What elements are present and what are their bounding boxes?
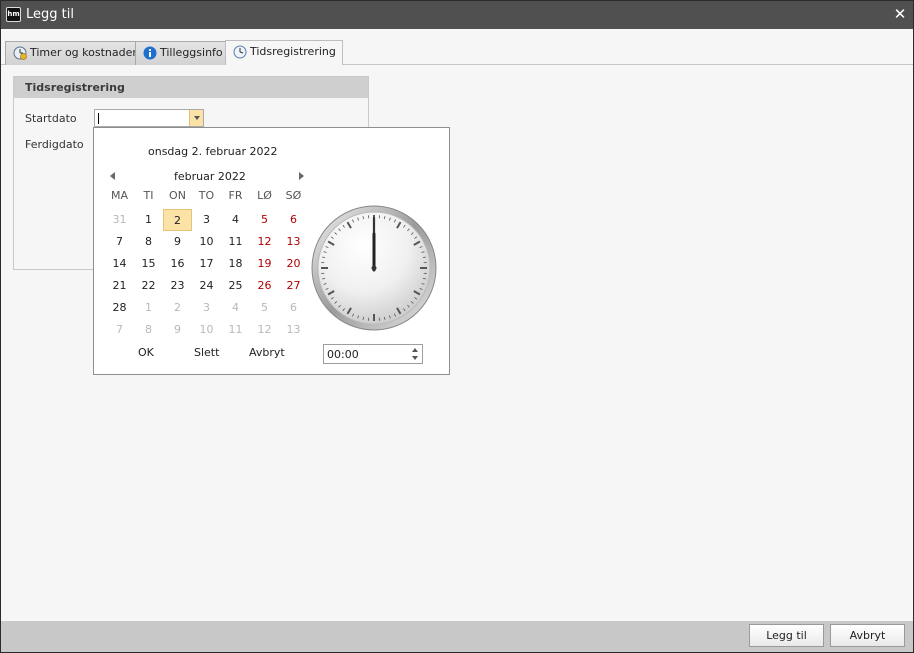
spin-up-icon[interactable] bbox=[412, 348, 418, 352]
add-button[interactable]: Legg til bbox=[749, 624, 824, 647]
weekday-header: FR bbox=[228, 189, 243, 202]
calendar-day[interactable]: 7 bbox=[105, 231, 134, 253]
title-bar: hm Legg til ✕ bbox=[1, 1, 913, 29]
info-icon bbox=[143, 46, 157, 60]
calendar-day[interactable]: 5 bbox=[250, 209, 279, 231]
calendar-day[interactable]: 1 bbox=[134, 209, 163, 231]
calendar-day[interactable]: 24 bbox=[192, 275, 221, 297]
calendar-day[interactable]: 6 bbox=[279, 297, 308, 319]
calendar-day[interactable]: 11 bbox=[221, 319, 250, 341]
calendar-day[interactable]: 12 bbox=[250, 231, 279, 253]
calendar-day[interactable]: 26 bbox=[250, 275, 279, 297]
calendar-day[interactable]: 4 bbox=[221, 297, 250, 319]
previous-month-icon[interactable] bbox=[110, 172, 115, 180]
clock-money-icon bbox=[13, 46, 27, 60]
window-title: Legg til bbox=[26, 7, 74, 22]
calendar-day[interactable]: 1 bbox=[134, 297, 163, 319]
calendar-day[interactable]: 3 bbox=[192, 297, 221, 319]
calendar-day[interactable]: 14 bbox=[105, 253, 134, 275]
calendar-day[interactable]: 6 bbox=[279, 209, 308, 231]
chevron-down-icon bbox=[194, 116, 200, 120]
calendar-day[interactable]: 22 bbox=[134, 275, 163, 297]
tab-tilleggsinfo[interactable]: Tilleggsinfo bbox=[135, 41, 230, 65]
spin-down-icon[interactable] bbox=[412, 356, 418, 360]
calendar-day[interactable]: 7 bbox=[105, 319, 134, 341]
close-icon: ✕ bbox=[893, 5, 907, 23]
next-month-icon[interactable] bbox=[299, 172, 304, 180]
calendar-day[interactable]: 5 bbox=[250, 297, 279, 319]
weekday-header: SØ bbox=[285, 189, 302, 202]
time-input[interactable]: 00:00 bbox=[323, 344, 423, 364]
calendar-day[interactable]: 16 bbox=[163, 253, 192, 275]
close-button[interactable]: ✕ bbox=[893, 6, 907, 22]
calendar-day[interactable]: 25 bbox=[221, 275, 250, 297]
calendar-day[interactable]: 10 bbox=[192, 231, 221, 253]
calendar-day[interactable]: 2 bbox=[163, 209, 192, 231]
calendar-day[interactable]: 18 bbox=[221, 253, 250, 275]
calendar-day[interactable]: 4 bbox=[221, 209, 250, 231]
calendar-day[interactable]: 15 bbox=[134, 253, 163, 275]
group-title: Tidsregistrering bbox=[14, 77, 368, 98]
calendar-day[interactable]: 19 bbox=[250, 253, 279, 275]
weekday-header: ON bbox=[169, 189, 186, 202]
tab-label: Tilleggsinfo bbox=[160, 46, 223, 59]
text-caret bbox=[98, 113, 99, 124]
calendar-day[interactable]: 11 bbox=[221, 231, 250, 253]
time-value: 00:00 bbox=[327, 348, 359, 361]
calendar-day[interactable]: 12 bbox=[250, 319, 279, 341]
calendar-day[interactable]: 2 bbox=[163, 297, 192, 319]
calendar-day[interactable]: 13 bbox=[279, 231, 308, 253]
app-logo: hm bbox=[6, 7, 21, 22]
tab-label: Timer og kostnader bbox=[30, 46, 137, 59]
calendar-day[interactable]: 21 bbox=[105, 275, 134, 297]
tab-timer-og-kostnader[interactable]: Timer og kostnader bbox=[5, 41, 144, 65]
calendar-day[interactable]: 28 bbox=[105, 297, 134, 319]
ok-button[interactable]: OK bbox=[138, 346, 154, 359]
tab-strip: Timer og kostnader Tilleggsinfo Tidsregi… bbox=[1, 29, 913, 65]
tab-tidsregistrering[interactable]: Tidsregistrering bbox=[225, 40, 343, 65]
calendar-day[interactable]: 9 bbox=[163, 231, 192, 253]
calendar-day[interactable]: 27 bbox=[279, 275, 308, 297]
clock-icon bbox=[233, 45, 247, 59]
calendar-day[interactable]: 3 bbox=[192, 209, 221, 231]
calendar-day[interactable]: 9 bbox=[163, 319, 192, 341]
calendar-popup: onsdag 2. februar 2022 februar 2022 MA TI… bbox=[93, 127, 450, 375]
clear-button[interactable]: Slett bbox=[194, 346, 219, 359]
calendar-day[interactable]: 20 bbox=[279, 253, 308, 275]
weekday-header: TO bbox=[198, 189, 215, 202]
popup-cancel-button[interactable]: Avbryt bbox=[249, 346, 285, 359]
weekday-header: LØ bbox=[257, 189, 272, 202]
date-dropdown-button[interactable] bbox=[189, 110, 203, 126]
weekday-header: MA bbox=[110, 189, 128, 202]
calendar-day[interactable]: 31 bbox=[105, 209, 134, 231]
month-label[interactable]: februar 2022 bbox=[174, 170, 246, 183]
weekday-header: TI bbox=[143, 189, 154, 202]
calendar-day[interactable]: 23 bbox=[163, 275, 192, 297]
analog-clock bbox=[311, 205, 437, 331]
calendar-day[interactable]: 8 bbox=[134, 319, 163, 341]
cancel-button[interactable]: Avbryt bbox=[830, 624, 905, 647]
calendar-day[interactable]: 13 bbox=[279, 319, 308, 341]
calendar-day[interactable]: 8 bbox=[134, 231, 163, 253]
today-label[interactable]: onsdag 2. februar 2022 bbox=[148, 145, 278, 158]
calendar-day[interactable]: 17 bbox=[192, 253, 221, 275]
dialog-window: hm Legg til ✕ Timer og kostnader Tillegg… bbox=[0, 0, 914, 653]
calendar-day[interactable]: 10 bbox=[192, 319, 221, 341]
start-date-input[interactable] bbox=[94, 109, 204, 127]
tab-label: Tidsregistrering bbox=[250, 45, 336, 58]
end-date-label: Ferdigdato bbox=[25, 138, 84, 151]
start-date-label: Startdato bbox=[25, 112, 77, 125]
footer-bar: Legg til Avbryt bbox=[1, 621, 913, 652]
